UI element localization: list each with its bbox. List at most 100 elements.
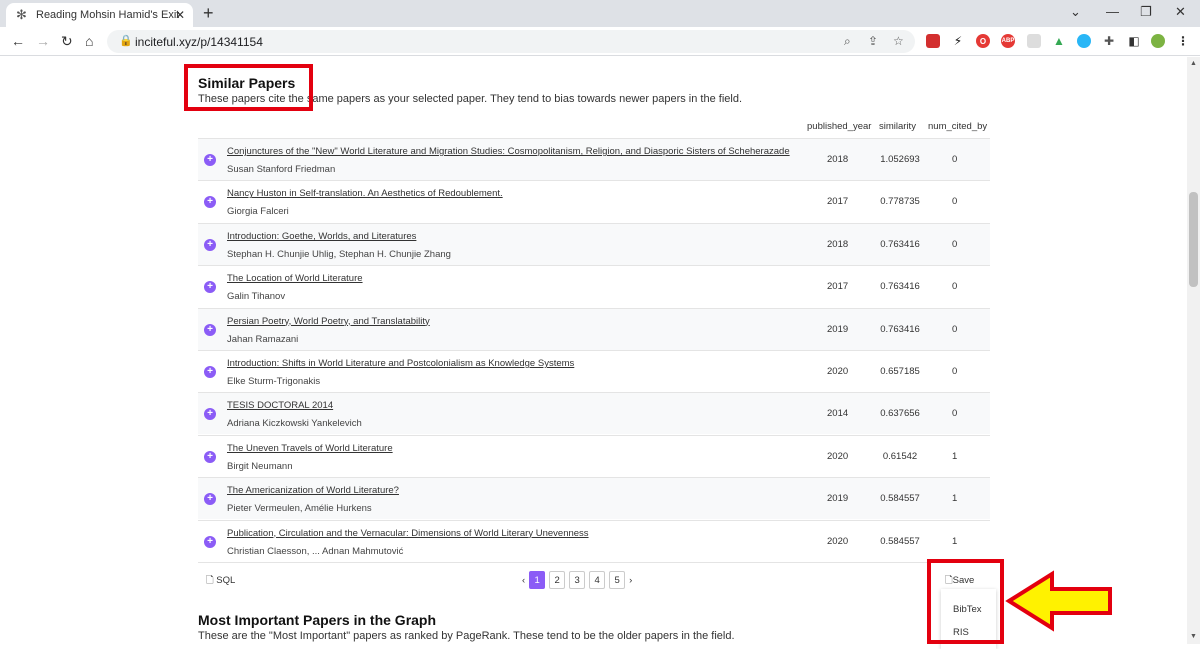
restore-icon[interactable]: ❐ <box>1140 4 1152 20</box>
minimize-icon[interactable]: — <box>1106 4 1119 19</box>
col-similarity[interactable]: similarity <box>879 121 916 132</box>
paper-similarity: 1.052693 <box>880 154 920 165</box>
extensions-puzzle-icon[interactable]: ✚ <box>1102 34 1116 48</box>
tab-title: Reading Mohsin Hamid's Exit West <box>36 9 179 21</box>
page-5[interactable]: 5 <box>609 571 626 589</box>
table-header: published_year similarity num_cited_by <box>198 114 990 138</box>
add-paper-icon[interactable]: + <box>204 408 216 421</box>
paper-title-link[interactable]: Introduction: Goethe, Worlds, and Litera… <box>227 231 416 242</box>
new-tab-icon[interactable]: + <box>203 4 214 22</box>
add-paper-icon[interactable]: + <box>204 366 216 378</box>
home-icon[interactable]: ⌂ <box>85 33 93 49</box>
extension-circle-icon[interactable] <box>1077 34 1091 48</box>
paper-similarity: 0.637656 <box>880 408 920 420</box>
paper-title-link[interactable]: The Uneven Travels of World Literature <box>227 443 393 454</box>
paper-title-link[interactable]: Persian Poetry, World Poetry, and Transl… <box>227 316 430 327</box>
add-paper-icon[interactable]: + <box>204 493 216 506</box>
forward-icon[interactable]: → <box>36 33 50 49</box>
add-paper-icon[interactable]: + <box>204 154 216 166</box>
paper-cited-count: 0 <box>952 154 958 165</box>
important-papers-description: These are the "Most Important" papers as… <box>198 630 735 642</box>
paper-similarity: 0.584557 <box>880 493 920 505</box>
paper-year: 2020 <box>827 535 849 547</box>
address-bar[interactable]: 🔒 inciteful.xyz/p/14341154 ⌕ ⇪ ☆ <box>107 30 915 53</box>
next-page-icon[interactable]: › <box>629 575 632 586</box>
close-tab-icon[interactable]: ✕ <box>175 8 185 22</box>
add-paper-icon[interactable]: + <box>204 450 216 463</box>
page-1[interactable]: 1 <box>529 571 546 589</box>
extension-doc-icon[interactable] <box>1027 34 1041 48</box>
table-row: + Conjunctures of the "New" World Literat… <box>198 138 990 180</box>
paper-title-link[interactable]: The Americanization of World Literature? <box>227 485 399 496</box>
sidepanel-icon[interactable]: ◧ <box>1127 34 1141 48</box>
drive-icon[interactable]: ▲ <box>1052 34 1066 48</box>
add-paper-icon[interactable]: + <box>204 535 216 548</box>
bookmark-star-icon[interactable]: ☆ <box>893 34 904 48</box>
table-row: + The Uneven Travels of World Literature B… <box>198 434 990 477</box>
pagination: ‹ 1 2 3 4 5 › <box>522 571 632 589</box>
reload-icon[interactable]: ↻ <box>61 33 73 50</box>
sql-button[interactable]: 🗋 SQL <box>206 573 235 589</box>
table-row: + Persian Poetry, World Poetry, and Trans… <box>198 307 990 350</box>
file-icon: 🗋 <box>206 575 214 586</box>
tab-bar: ✻ Reading Mohsin Hamid's Exit West ✕ + ⌄… <box>0 0 1200 27</box>
table-row: + The Americanization of World Literature… <box>198 477 990 520</box>
add-paper-icon[interactable]: + <box>204 281 216 294</box>
browser-tab[interactable]: ✻ Reading Mohsin Hamid's Exit West ✕ <box>6 3 193 27</box>
back-icon[interactable]: ← <box>11 33 25 49</box>
paper-authors: Elke Sturm-Trigonakis <box>227 376 321 387</box>
col-num-cited-by[interactable]: num_cited_by <box>928 121 987 132</box>
page-scrollbar[interactable]: ▲ ▼ <box>1187 57 1200 644</box>
paper-cited-count: 1 <box>952 493 958 505</box>
page-3[interactable]: 3 <box>569 571 586 589</box>
page-4[interactable]: 4 <box>589 571 606 589</box>
paper-title-link[interactable]: Conjunctures of the "New" World Literatu… <box>227 146 790 157</box>
add-paper-icon[interactable]: + <box>204 238 216 251</box>
table-row: + Publication, Circulation and the Vernac… <box>198 519 990 562</box>
table-row: + The Location of World Literature Galin T… <box>198 265 990 307</box>
add-paper-icon[interactable]: + <box>204 323 216 336</box>
paper-title-link[interactable]: Introduction: Shifts in World Literature… <box>227 358 574 369</box>
share-icon[interactable]: ⇪ <box>868 34 878 48</box>
page-2[interactable]: 2 <box>549 571 566 589</box>
add-paper-icon[interactable]: + <box>204 196 216 209</box>
important-papers-title: Most Important Papers in the Graph <box>198 612 437 628</box>
paper-similarity: 0.657185 <box>880 366 920 377</box>
paper-similarity: 0.584557 <box>880 535 920 547</box>
menu-kebab-icon[interactable]: ⋮ <box>1176 34 1190 48</box>
paper-authors: Susan Stanford Friedman <box>227 164 336 175</box>
paper-year: 2017 <box>827 196 849 208</box>
paper-authors: Birgit Neumann <box>227 460 293 472</box>
tab-search-icon[interactable]: ⌄ <box>1070 4 1081 20</box>
paper-year: 2020 <box>827 450 849 462</box>
col-published-year[interactable]: published_year <box>807 121 871 132</box>
paper-cited-count: 0 <box>952 238 958 250</box>
paper-cited-count: 1 <box>952 450 958 462</box>
scroll-down-icon[interactable]: ▼ <box>1190 633 1197 640</box>
scroll-up-icon[interactable]: ▲ <box>1190 60 1197 67</box>
paper-cited-count: 0 <box>952 281 958 293</box>
paper-title-link[interactable]: TESIS DOCTORAL 2014 <box>227 400 333 411</box>
scrollbar-thumb[interactable] <box>1189 192 1198 287</box>
paper-year: 2018 <box>827 154 849 165</box>
paper-cited-count: 0 <box>952 196 958 208</box>
prev-page-icon[interactable]: ‹ <box>522 575 525 586</box>
paper-title-link[interactable]: The Location of World Literature <box>227 273 363 284</box>
paper-cited-count: 0 <box>952 408 958 420</box>
paper-authors: Jahan Ramazani <box>227 333 299 345</box>
highlight-box-title <box>184 64 313 111</box>
profile-avatar[interactable] <box>1151 34 1165 48</box>
paper-title-link[interactable]: Nancy Huston in Self-translation. An Aes… <box>227 188 503 199</box>
zoom-icon[interactable]: ⌕ <box>844 34 851 49</box>
highlight-box-save <box>927 559 1004 644</box>
extension-bolt-icon[interactable]: ⚡ <box>951 34 965 48</box>
paper-year: 2020 <box>827 366 849 377</box>
url-text: inciteful.xyz/p/14341154 <box>135 35 263 49</box>
paper-title-link[interactable]: Publication, Circulation and the Vernacu… <box>227 528 589 539</box>
extension-opera-icon[interactable]: O <box>976 34 990 48</box>
browser-toolbar: ← → ↻ ⌂ 🔒 inciteful.xyz/p/14341154 ⌕ ⇪ ☆ <box>0 27 1200 56</box>
adblock-icon[interactable]: ABP <box>1001 34 1015 48</box>
close-window-icon[interactable]: ✕ <box>1175 4 1186 20</box>
extension-red-icon[interactable] <box>926 34 940 48</box>
paper-year: 2019 <box>827 493 849 505</box>
